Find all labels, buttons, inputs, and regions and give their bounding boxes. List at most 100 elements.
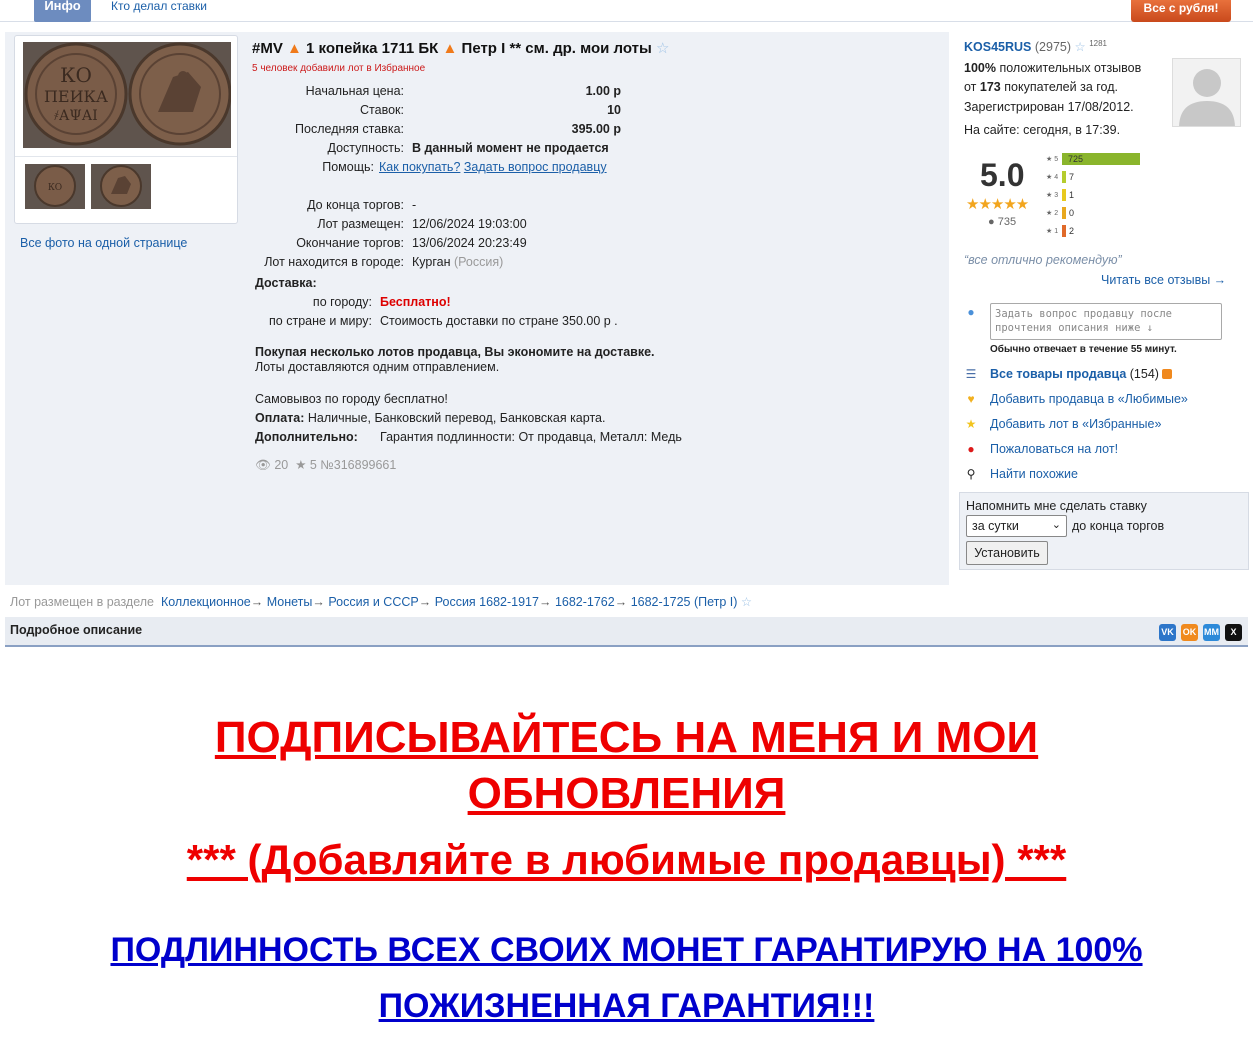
promo-line-1: ПОДПИСЫВАЙТЕСЬ НА МЕНЯ И МОИ — [214, 713, 1039, 762]
lot-number: №316899661 — [320, 458, 397, 472]
views-count: 20 — [274, 458, 289, 472]
seller-star-icon: ☆ — [1074, 40, 1086, 55]
promo-line-3: *** (Добавляйте в любимые продавцы) *** — [186, 836, 1067, 883]
seller-name-link[interactable]: KOS45RUS — [964, 40, 1031, 54]
lot-subtitle: Петр I ** см. др. мои лоты — [461, 40, 652, 57]
tab-bids[interactable]: Кто делал ставки — [111, 0, 207, 12]
main-photo[interactable]: КО ПЕИКА ҂АΨАІ — [23, 42, 231, 148]
reminder-selected-value: за сутки — [972, 519, 1019, 533]
placed-value: 12/06/2024 19:03:00 — [412, 217, 527, 231]
svg-text:ПЕИКА: ПЕИКА — [44, 87, 108, 106]
vk-share-icon[interactable]: VK — [1159, 624, 1176, 641]
rating-bar-row: ★ 3 1 — [1046, 189, 1074, 201]
last-bid-value: 395.00 р — [571, 122, 621, 136]
from-label: от — [964, 80, 977, 94]
reminder-title: Напомнить мне сделать ставку — [966, 499, 1147, 513]
bids-label: Ставок: — [360, 103, 404, 117]
favorite-category-icon[interactable]: ☆ — [741, 595, 752, 609]
seller-score: (2975) — [1034, 40, 1072, 55]
rating-bar-count: 7 — [1069, 172, 1075, 182]
last-bid-label: Последняя ставка: — [295, 122, 404, 136]
complain-link[interactable]: Пожаловаться на лот! — [990, 442, 1118, 456]
reviews-total: ● 735 — [988, 216, 1016, 228]
pickup-text: Самовывоз по городу бесплатно! — [255, 392, 448, 406]
city-label: Лот находится в городе: — [264, 255, 404, 269]
promo-line-2: ОБНОВЛЕНИЯ — [467, 769, 786, 818]
all-photos-link[interactable]: Все фото на одной странице — [20, 236, 187, 250]
rating-score: 5.0 — [980, 157, 1025, 193]
help-label: Помощь: — [322, 160, 374, 174]
lot-tag: #MV — [252, 40, 283, 57]
rating-bar-label: ★ 5 — [1046, 156, 1059, 163]
svg-text:КО: КО — [60, 63, 92, 87]
reply-time: Обычно отвечает в течение 55 минут. — [990, 344, 1177, 355]
thumbnail-2[interactable] — [91, 164, 151, 209]
review-quote: “все отлично рекомендую” — [964, 253, 1122, 267]
breadcrumb-item[interactable]: Россия 1682-1917 — [435, 595, 539, 609]
seller-badge: 1281 — [1089, 39, 1107, 48]
rating-bar-row: ★ 4 7 — [1046, 171, 1074, 183]
delivery-city-label: по городу: — [312, 295, 372, 309]
lot-stats: 👁︎ 20 ★ 5 №316899661 — [255, 457, 396, 473]
availability-label: Доступность: — [327, 141, 404, 155]
ok-share-icon[interactable]: OK — [1181, 624, 1198, 641]
breadcrumb-item[interactable]: 1682-1725 (Петр I) — [631, 595, 738, 609]
extra-label: Дополнительно: — [255, 430, 358, 444]
delivery-country-label: по стране и миру: — [269, 314, 372, 328]
positive-pct: 100% — [964, 61, 996, 75]
how-to-buy-link[interactable]: Как покупать? — [379, 160, 460, 174]
delivery-country-value: Стоимость доставки по стране 350.00 р . — [380, 314, 618, 328]
bid-reminder: Напомнить мне сделать ставку за сутки ⌄ … — [959, 492, 1249, 570]
breadcrumb-item[interactable]: Коллекционное — [161, 595, 251, 609]
rating-bar — [1062, 189, 1066, 201]
buyers-text: покупателей за год. — [1004, 80, 1118, 94]
set-reminder-button[interactable]: Установить — [966, 541, 1048, 565]
breadcrumb-item[interactable]: Россия и СССР — [328, 595, 418, 609]
ends-label: Окончание торгов: — [296, 236, 404, 250]
stars-count: 5 — [309, 458, 317, 472]
find-similar-link[interactable]: Найти похожие — [990, 467, 1078, 481]
add-lot-link[interactable]: Добавить лот в «Избранные» — [990, 417, 1161, 431]
star-icon: ★ — [965, 417, 977, 431]
thumbnail-1[interactable]: КО — [25, 164, 85, 209]
breadcrumb-item[interactable]: 1682-1762 — [555, 595, 615, 609]
rating-bar-label: ★ 3 — [1046, 192, 1059, 199]
person-icon: ● — [988, 216, 995, 228]
promo-line-4: ПОДЛИННОСТЬ ВСЕХ СВОИХ МОНЕТ ГАРАНТИРУЮ … — [110, 931, 1143, 969]
lot-name: 1 копейка 1711 БК — [306, 40, 439, 57]
favorite-star-icon[interactable]: ☆ — [656, 40, 669, 57]
seller-avatar[interactable] — [1172, 58, 1241, 127]
chat-bubble-icon: ● — [967, 305, 975, 319]
positive-text: положительных отзывов — [999, 61, 1142, 75]
read-all-reviews-link[interactable]: Читать все отзывы → — [1101, 273, 1226, 287]
ask-seller-link[interactable]: Задать вопрос продавцу — [464, 160, 607, 174]
rss-icon[interactable] — [1162, 369, 1173, 379]
gallery-divider — [15, 156, 237, 157]
all-items-link[interactable]: Все товары продавца (154) — [990, 367, 1173, 381]
breadcrumb-item[interactable]: Монеты — [267, 595, 313, 609]
delivery-city-value: Бесплатно! — [380, 295, 451, 309]
country-value: (Россия) — [453, 255, 504, 269]
savings-text: Покупая несколько лотов продавца, Вы эко… — [255, 345, 655, 359]
coin-thumb-icon: КО — [25, 164, 85, 209]
seller-info: KOS45RUS (2975) ☆ 1281 — [964, 39, 1107, 54]
description-header: Подробное описание VK OK MM X — [5, 617, 1248, 647]
add-seller-link[interactable]: Добавить продавца в «Любимые» — [990, 392, 1188, 406]
rating-bar-row: ★ 1 2 — [1046, 225, 1074, 237]
chevron-down-icon: ⌄ — [1051, 519, 1061, 531]
availability-value: В данный момент не продается — [412, 141, 609, 155]
rating-bar-count: 0 — [1069, 208, 1075, 218]
mm-share-icon[interactable]: MM — [1203, 624, 1220, 641]
rating-bar-count: 1 — [1069, 190, 1075, 200]
x-share-icon[interactable]: X — [1225, 624, 1242, 641]
ask-seller-input[interactable]: Задать вопрос продавцу после прочтения о… — [990, 303, 1222, 340]
rating-bar-row: ★ 5 725 — [1046, 153, 1140, 165]
all-from-ruble-button[interactable]: Все с рубля! — [1131, 0, 1231, 22]
svg-text:҂АΨАІ: ҂АΨАІ — [54, 108, 98, 124]
rating-bar — [1062, 225, 1066, 237]
lot-title: #MV ▲ 1 копейка 1711 БК ▲ Петр I ** см. … — [252, 39, 669, 57]
rating-bar-label: ★ 4 — [1046, 174, 1059, 181]
reminder-select[interactable]: за сутки ⌄ — [966, 515, 1067, 537]
rating-bar-row: ★ 2 0 — [1046, 207, 1074, 219]
tab-info[interactable]: Инфо — [34, 0, 91, 22]
